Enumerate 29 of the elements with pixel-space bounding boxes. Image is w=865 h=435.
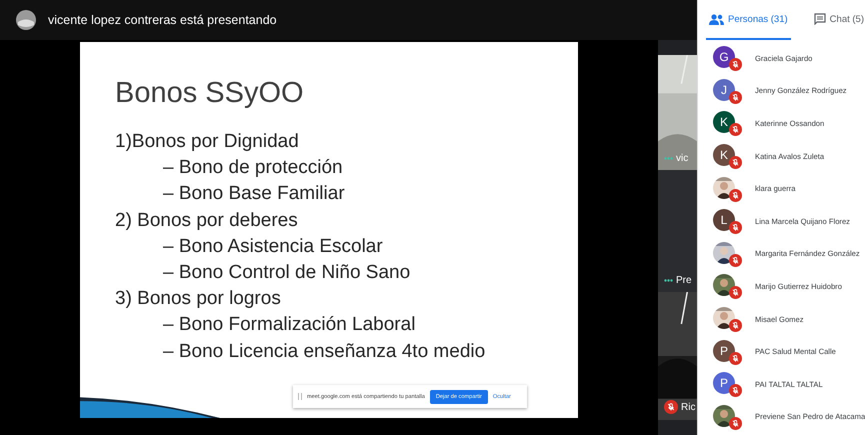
avatar: P <box>713 372 735 394</box>
dots-icon <box>664 157 673 160</box>
slide-title: Bonos SSyOO <box>115 77 304 110</box>
slide-text: – Bono Asistencia Escolar <box>163 234 383 259</box>
avatar: L <box>713 209 735 232</box>
chat-icon <box>814 13 826 25</box>
avatar: K <box>713 111 735 134</box>
slide-text: 3) Bonos por logros <box>115 287 281 312</box>
slide-text: 2) Bonos por deberes <box>115 208 298 233</box>
presenter-title: vicente lopez contreras está presentando <box>48 13 277 27</box>
slide-text: 1)Bonos por Dignidad <box>115 130 299 154</box>
tile-name: Ric <box>681 402 696 412</box>
avatar: P <box>713 340 735 362</box>
tile-name: vic <box>676 153 688 164</box>
avatar: J <box>713 78 735 101</box>
slide-text: – Bono Licencia enseñanza 4to medio <box>163 340 486 364</box>
dots-icon <box>664 279 673 282</box>
slide-text: – Bono de protección <box>163 156 343 180</box>
presenter-avatar <box>16 10 36 30</box>
slide-text: – Bono Base Familiar <box>163 182 345 206</box>
tab[interactable]: Personas (31) <box>706 0 791 40</box>
tile-name: Pre <box>676 275 692 286</box>
avatar: G <box>713 46 735 68</box>
tab[interactable]: Chat (5) <box>810 0 865 40</box>
drag-handle[interactable] <box>298 393 302 400</box>
people-icon <box>709 14 724 24</box>
slide-text: – Bono Formalización Laboral <box>163 313 416 338</box>
avatar: K <box>713 144 735 166</box>
slide-text: – Bono Control de Niño Sano <box>163 261 410 286</box>
